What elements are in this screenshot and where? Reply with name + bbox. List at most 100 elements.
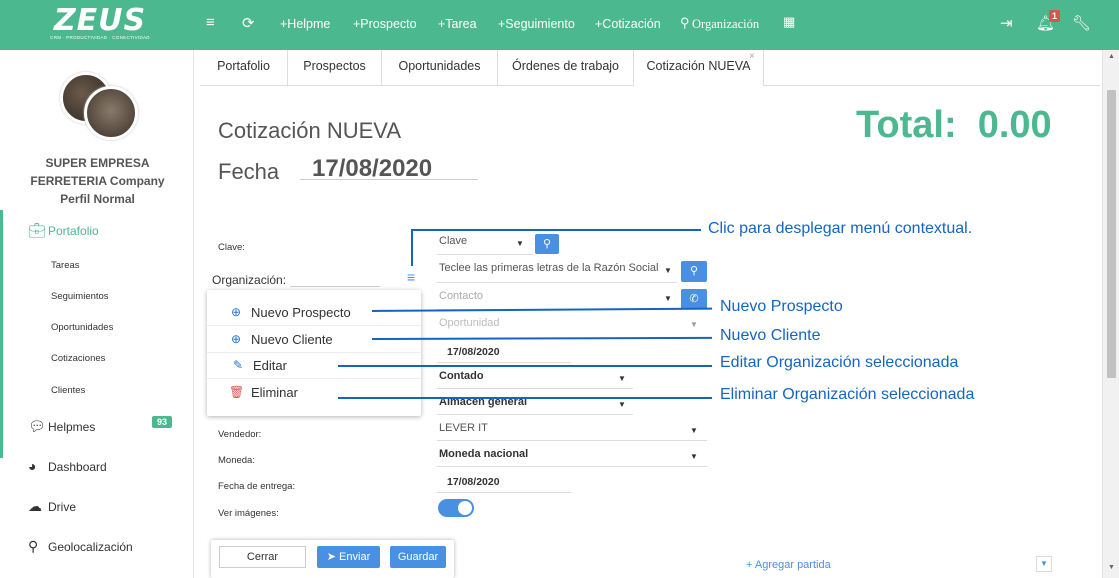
annotation-line: [411, 230, 413, 266]
tab-cotizacion-nueva[interactable]: Cotización NUEVA: [634, 50, 764, 87]
divider: [437, 388, 633, 389]
scroll-thumb[interactable]: [1107, 90, 1116, 378]
nav-prospecto[interactable]: +Prospecto: [353, 17, 417, 31]
scroll-down-icon[interactable]: ▼: [1108, 564, 1115, 571]
tab-prospectos[interactable]: Prospectos: [288, 50, 382, 86]
search-icon[interactable]: ⚲: [680, 15, 690, 31]
helpmes-count-badge: 93: [152, 416, 173, 428]
tab-oportunidades[interactable]: Oportunidades: [382, 50, 498, 86]
nav-cotizacion[interactable]: +Cotización: [595, 17, 661, 31]
annotation-editar: Editar Organización seleccionada: [720, 354, 959, 371]
menu-item-eliminar[interactable]: 🗑︎ Eliminar: [207, 380, 421, 406]
ver-imagenes-toggle[interactable]: [438, 499, 474, 517]
zeus-logo[interactable]: ZEUS CRM · PRODUCTIVIDAD · CONECTIVIDAD: [40, 3, 160, 42]
divider: [437, 492, 571, 493]
nav-organizacion[interactable]: Organización: [692, 17, 759, 32]
notification-badge: 1: [1049, 10, 1061, 22]
annotation-line: [338, 397, 712, 399]
tab-portafolio[interactable]: Portafolio: [200, 50, 288, 86]
oportunidad-select[interactable]: Oportunidad: [439, 317, 500, 329]
chevron-down-icon[interactable]: ▼: [1036, 556, 1052, 572]
enviar-button[interactable]: ➤ Enviar: [317, 546, 380, 568]
refresh-icon[interactable]: ⟳: [242, 14, 255, 32]
sidebar-label: Drive: [48, 500, 77, 514]
send-icon: ➤: [326, 551, 340, 563]
sidebar-item-drive[interactable]: ☁ Drive: [28, 498, 76, 515]
close-icon[interactable]: ×: [749, 51, 755, 62]
caret-down-icon: ▼: [690, 426, 698, 435]
sidebar-sub-tareas[interactable]: Tareas: [51, 260, 80, 271]
annotation-prospecto: Nuevo Prospecto: [720, 298, 843, 315]
sidebar-sub-oportunidades[interactable]: Oportunidades: [51, 322, 113, 333]
sidebar-sub-cotizaciones[interactable]: Cotizaciones: [51, 353, 105, 364]
sidebar-item-portafolio[interactable]: 💼︎ Portafolio: [28, 222, 99, 239]
sidebar: SUPER EMPRESA FERRETERIA Company Perfil …: [0, 50, 194, 578]
plus-circle-icon: ⊕: [230, 305, 242, 319]
wrench-icon[interactable]: 🔧︎: [1072, 14, 1091, 32]
total-display: Total: 0.00: [856, 104, 1052, 147]
clave-select[interactable]: Clave: [439, 235, 467, 247]
caret-down-icon: ▼: [618, 374, 626, 383]
divider: [300, 179, 478, 180]
sidebar-item-helpmes[interactable]: 💬︎ Helpmes: [28, 418, 95, 435]
context-menu-icon[interactable]: ≡: [407, 270, 419, 284]
nav-helpme[interactable]: +Helpme: [280, 17, 330, 31]
search-organizacion-button[interactable]: ⚲: [681, 261, 707, 282]
map-pin-icon: ⚲: [28, 538, 39, 554]
caret-down-icon: ▼: [690, 320, 698, 329]
caret-down-icon: ▼: [664, 294, 672, 303]
divider: [437, 466, 707, 467]
company-text: SUPER EMPRESA FERRETERIA Company: [30, 156, 165, 188]
menu-label: Editar: [253, 358, 287, 373]
tab-bar: Portafolio Prospectos Oportunidades Órde…: [200, 50, 1100, 87]
annotation-line: [411, 229, 701, 231]
logout-icon[interactable]: ⇥: [1000, 14, 1013, 32]
search-clave-button[interactable]: ⚲: [535, 234, 559, 254]
avatar[interactable]: [84, 86, 138, 140]
tab-ordenes[interactable]: Órdenes de trabajo: [498, 50, 634, 86]
calendar-icon[interactable]: ▦: [783, 14, 795, 30]
menu-icon[interactable]: ≡: [206, 14, 215, 31]
nav-tarea[interactable]: +Tarea: [438, 17, 477, 31]
sidebar-sub-seguimientos[interactable]: Seguimientos: [51, 291, 109, 302]
cloud-icon: ☁: [28, 498, 42, 514]
sidebar-sub-clientes[interactable]: Clientes: [51, 385, 85, 396]
sidebar-item-dashboard[interactable]: ◕ Dashboard: [28, 458, 107, 474]
menu-item-nuevo-cliente[interactable]: ⊕ Nuevo Cliente: [207, 327, 421, 353]
nav-seguimiento[interactable]: +Seguimiento: [498, 17, 575, 31]
vendedor-label: Vendedor:: [218, 429, 262, 440]
vendedor-select[interactable]: LEVER IT: [439, 422, 488, 434]
sidebar-item-geo[interactable]: ⚲ Geolocalización: [28, 538, 133, 555]
scroll-up-icon[interactable]: ▲: [1108, 53, 1115, 60]
contacto-select[interactable]: Contacto: [439, 290, 483, 302]
divider: [437, 440, 707, 441]
annotation-menu: Clic para desplegar menú contextual.: [708, 220, 973, 237]
guardar-button[interactable]: Guardar: [390, 546, 446, 568]
phone-button[interactable]: ✆: [681, 289, 707, 309]
divider: [290, 286, 380, 287]
profile-text: Perfil Normal: [60, 192, 135, 206]
moneda-select[interactable]: Moneda nacional: [439, 448, 528, 460]
active-indicator: [0, 210, 3, 458]
ver-imagenes-label: Ver imágenes:: [218, 508, 279, 519]
divider: [437, 362, 571, 363]
caret-down-icon: ▼: [618, 400, 626, 409]
scrollbar[interactable]: ▲ ▼: [1102, 50, 1119, 578]
agregar-partida-link[interactable]: + Agregar partida: [746, 559, 831, 571]
caret-down-icon: ▼: [690, 452, 698, 461]
pago-select[interactable]: Contado: [439, 370, 484, 382]
total-label: Total:: [856, 104, 957, 146]
top-navbar: ZEUS CRM · PRODUCTIVIDAD · CONECTIVIDAD …: [0, 0, 1119, 50]
organizacion-input[interactable]: Teclee las primeras letras de la Razón S…: [439, 262, 659, 274]
moneda-label: Moneda:: [218, 455, 255, 466]
trash-icon: 🗑︎: [229, 385, 245, 399]
fecha-entrega-field[interactable]: 17/08/2020: [447, 476, 500, 488]
logo-text: ZEUS: [53, 3, 147, 38]
menu-item-nuevo-prospecto[interactable]: ⊕ Nuevo Prospecto: [207, 300, 421, 326]
menu-label: Eliminar: [251, 385, 298, 400]
fecha-field[interactable]: 17/08/2020: [447, 346, 500, 358]
company-name: SUPER EMPRESA FERRETERIA Company Perfil …: [20, 154, 175, 208]
cerrar-button[interactable]: Cerrar: [219, 546, 306, 568]
page-title: Cotización NUEVA: [218, 118, 401, 143]
enviar-label: Enviar: [339, 551, 371, 563]
